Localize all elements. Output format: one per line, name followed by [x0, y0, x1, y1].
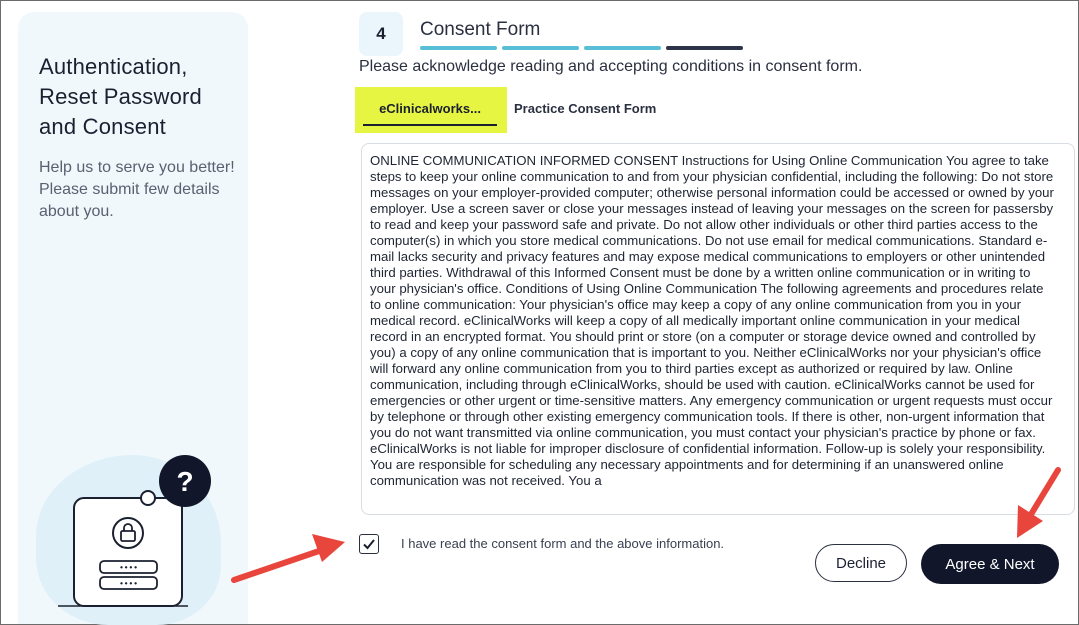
security-illustration: •••• •••• ?	[58, 455, 211, 607]
tab-practice-consent-form[interactable]: Practice Consent Form	[514, 101, 656, 116]
password-dots: ••••	[119, 564, 138, 573]
password-dots: ••••	[119, 580, 138, 589]
question-mark-icon: ?	[159, 455, 211, 507]
decline-button[interactable]: Decline	[815, 544, 907, 582]
tab-eclinicalworks[interactable]: eClinicalworks...	[363, 101, 497, 116]
instruction-text: Please acknowledge reading and accepting…	[359, 58, 863, 75]
acknowledge-checkbox[interactable]	[359, 534, 379, 554]
step-number-badge: 4	[359, 12, 403, 56]
progress-segment-current	[666, 46, 743, 50]
consent-text: ONLINE COMMUNICATION INFORMED CONSENT In…	[370, 153, 1054, 488]
step-title: Consent Form	[420, 19, 541, 40]
lock-icon	[112, 517, 144, 549]
active-tab-underline	[363, 124, 497, 126]
question-mark: ?	[176, 466, 193, 497]
step-progress-bar	[420, 46, 743, 50]
progress-segment	[502, 46, 579, 50]
acknowledge-label: I have read the consent form and the abo…	[401, 536, 725, 551]
sidebar-title: Authentication, Reset Password and Conse…	[39, 54, 202, 139]
sidebar-subtitle: Help us to serve you better! Please subm…	[39, 159, 235, 220]
agree-next-button[interactable]: Agree & Next	[921, 544, 1059, 584]
checkmark-icon	[363, 539, 375, 550]
consent-text-box[interactable]: ONLINE COMMUNICATION INFORMED CONSENT In…	[361, 143, 1075, 515]
progress-segment	[584, 46, 661, 50]
progress-segment	[420, 46, 497, 50]
